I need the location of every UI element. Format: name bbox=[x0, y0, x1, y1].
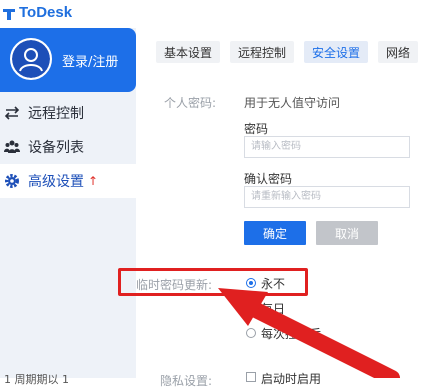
sidebar-item-remote-control[interactable]: 远程控制 bbox=[0, 96, 136, 130]
devices-icon bbox=[4, 139, 20, 155]
privacy-label: 隐私设置: bbox=[160, 374, 213, 388]
cancel-button[interactable]: 取消 bbox=[316, 221, 378, 245]
sidebar-item-label: 设备列表 bbox=[28, 140, 84, 156]
radio-daily[interactable] bbox=[246, 303, 256, 313]
sidebar-item-label: 高级设置 bbox=[28, 174, 84, 190]
annotation-highlight-box bbox=[118, 268, 308, 296]
sidebar-bottom-text: 1 周期期以 1 bbox=[4, 373, 69, 386]
privacy-checkbox[interactable] bbox=[246, 372, 256, 382]
transfer-icon bbox=[4, 105, 20, 121]
avatar bbox=[10, 38, 52, 80]
password-input[interactable]: 请输入密码 bbox=[244, 136, 410, 158]
radio-after-each-control[interactable] bbox=[246, 328, 256, 338]
personal-password-label: 个人密码: bbox=[164, 96, 217, 110]
sidebar-item-label: 远程控制 bbox=[28, 106, 84, 122]
login-register-link[interactable]: 登录/注册 bbox=[62, 51, 118, 70]
title-bar: ToDesk bbox=[0, 0, 444, 28]
app-title: ToDesk bbox=[19, 4, 73, 21]
privacy-option-label[interactable]: 启动时启用 bbox=[261, 370, 321, 387]
radio-after-each-control-label[interactable]: 每次控制后 bbox=[261, 325, 321, 342]
tab-security-settings[interactable]: 安全设置 bbox=[304, 41, 369, 63]
confirm-password-input[interactable]: 请重新输入密码 bbox=[244, 186, 410, 208]
login-card[interactable]: 登录/注册 bbox=[0, 28, 136, 92]
sidebar: 登录/注册 远程控制 设备列表 高级设置 ↑ 1 周期期以 1 bbox=[0, 28, 136, 386]
update-badge: ↑ bbox=[88, 174, 99, 188]
password-label: 密码 bbox=[244, 122, 269, 136]
gear-icon bbox=[4, 173, 20, 189]
app-logo: ToDesk bbox=[2, 4, 72, 21]
confirm-button[interactable]: 确定 bbox=[244, 221, 306, 245]
sidebar-item-device-list[interactable]: 设备列表 bbox=[0, 130, 136, 164]
confirm-password-label: 确认密码 bbox=[244, 172, 293, 186]
sidebar-item-advanced-settings[interactable]: 高级设置 ↑ bbox=[0, 164, 136, 198]
tab-remote-control[interactable]: 远程控制 bbox=[230, 41, 295, 63]
tab-network[interactable]: 网络 bbox=[378, 41, 419, 63]
tab-basic-settings[interactable]: 基本设置 bbox=[156, 41, 221, 63]
settings-tabs: 基本设置 远程控制 安全设置 网络 bbox=[156, 41, 428, 63]
personal-password-desc: 用于无人值守访问 bbox=[244, 96, 341, 110]
todesk-logo-icon bbox=[2, 6, 16, 20]
radio-daily-label[interactable]: 每日 bbox=[261, 300, 285, 317]
